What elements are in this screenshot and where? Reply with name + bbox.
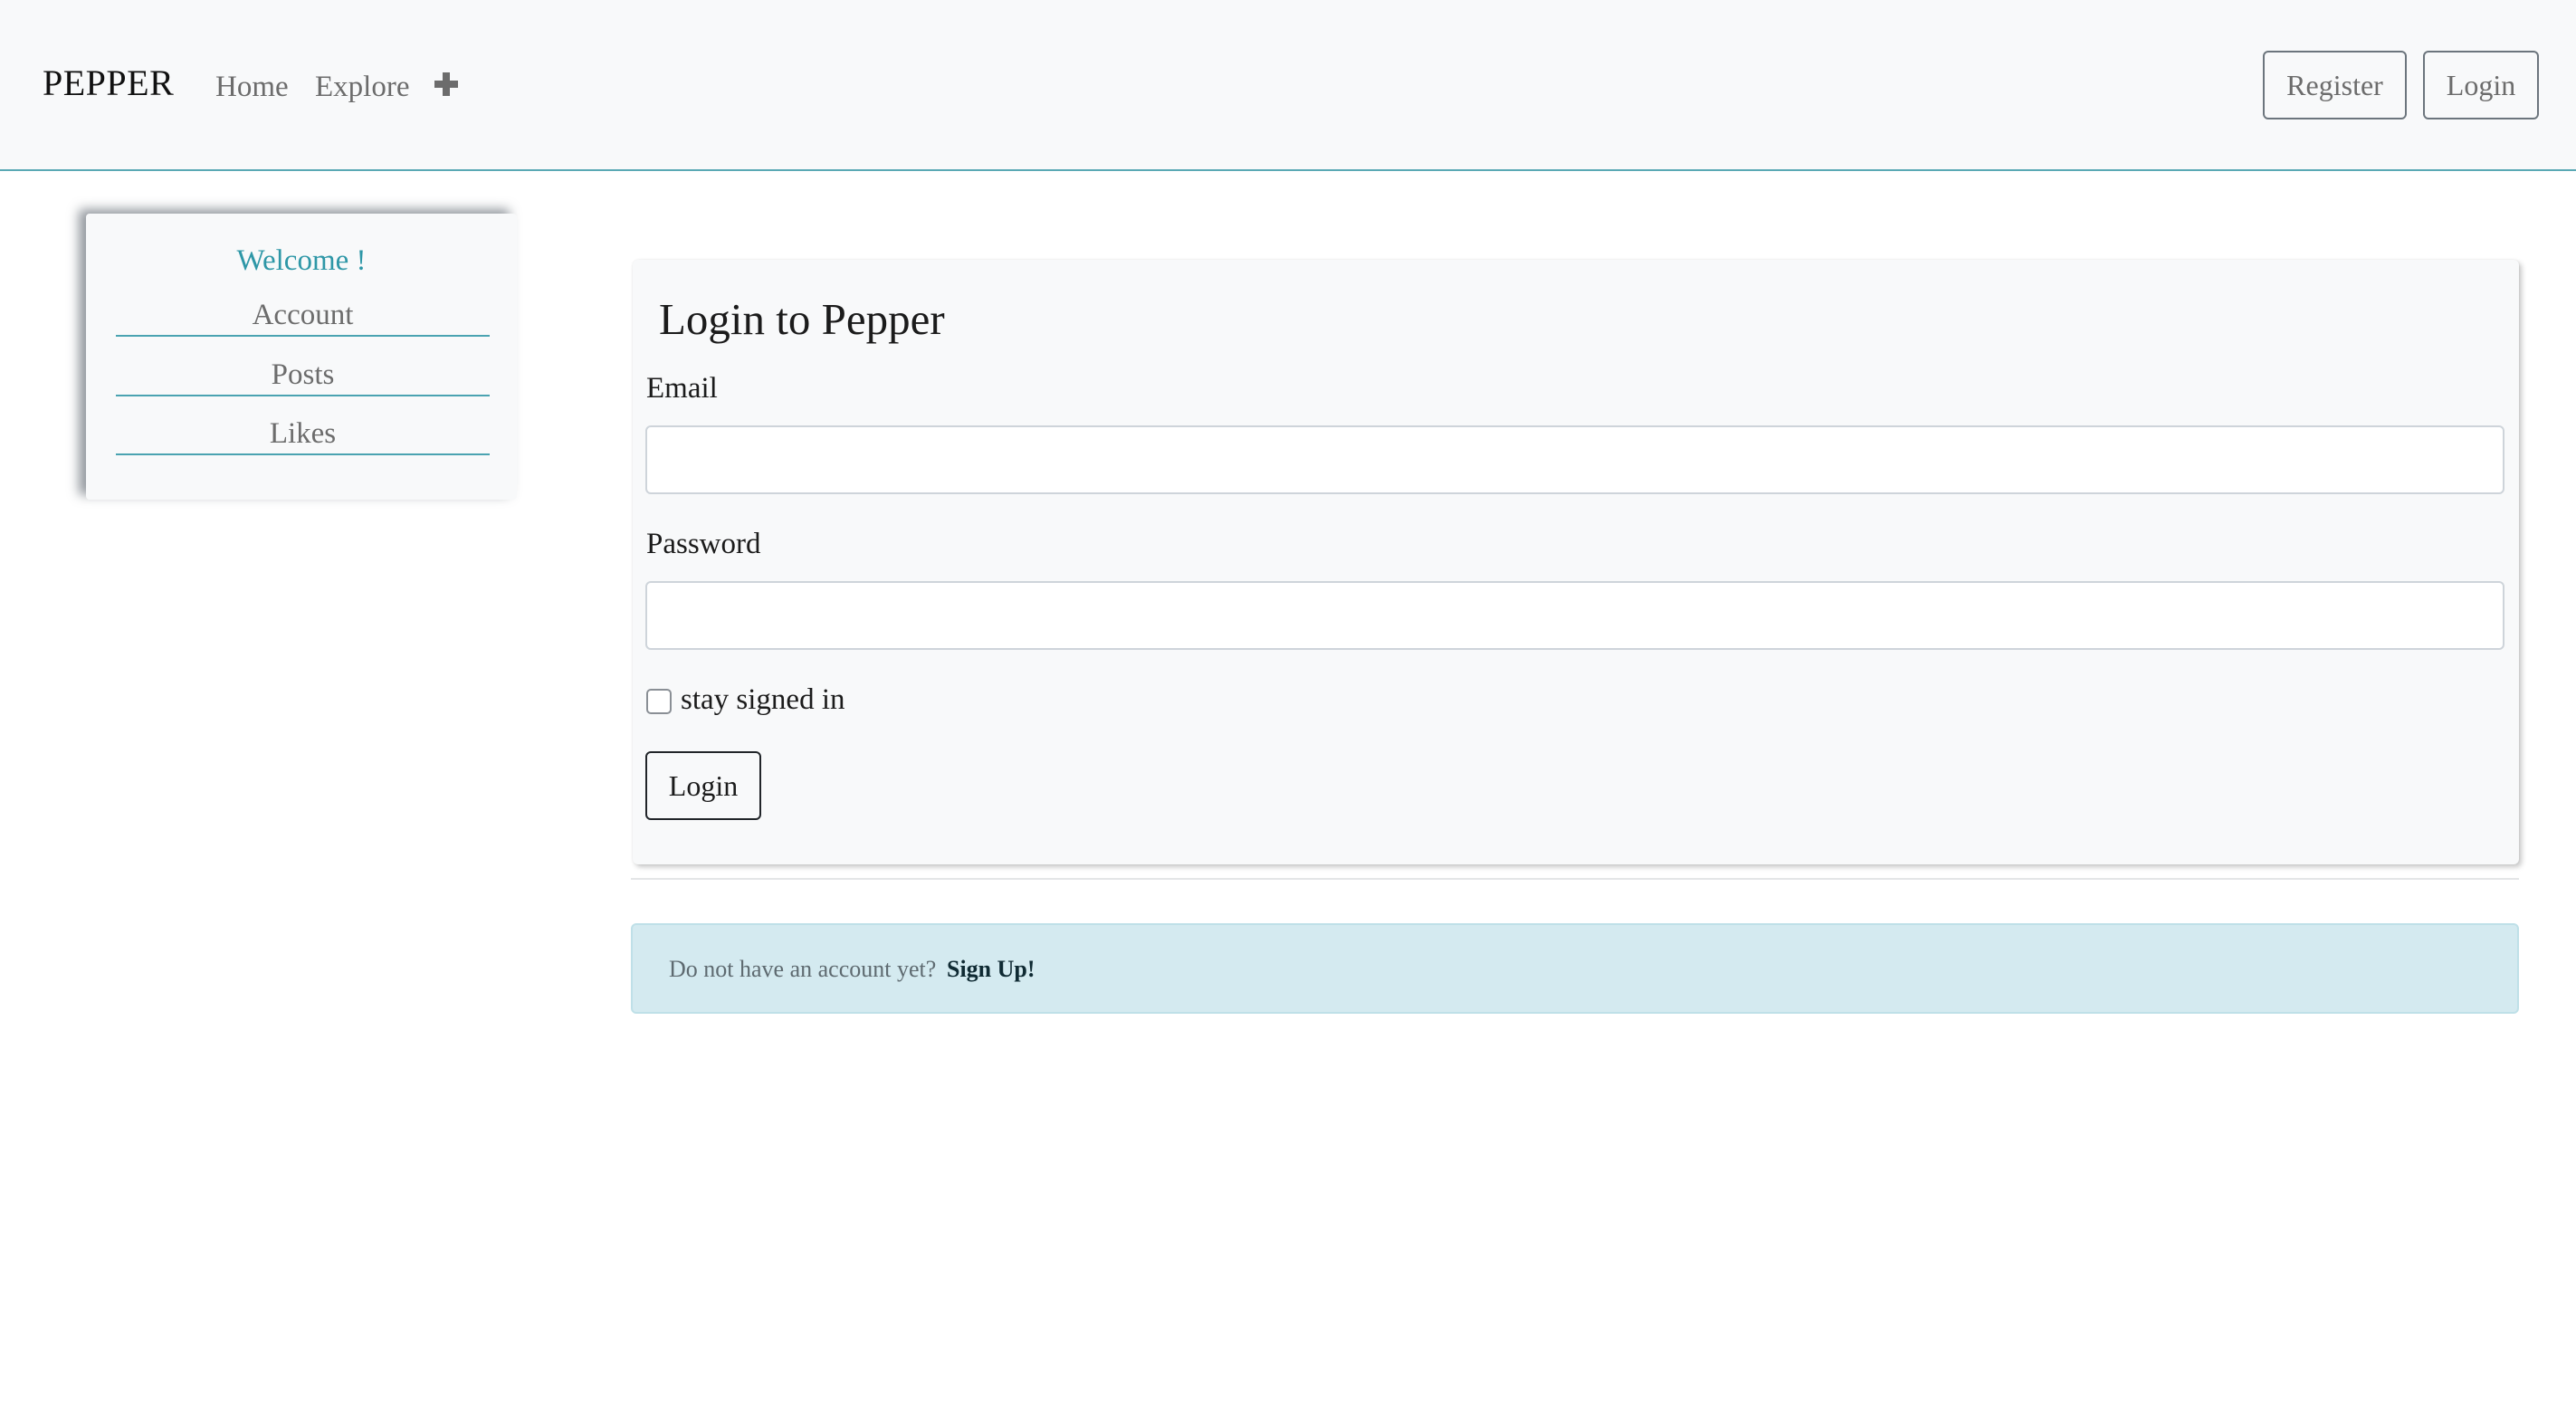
email-field[interactable] [645,425,2504,494]
nav-link-explore[interactable]: Explore [315,69,409,105]
nav-link-home[interactable]: Home [215,69,289,105]
stay-signed-in-checkbox[interactable] [646,689,672,714]
password-label: Password [646,528,761,560]
brand-logo[interactable]: PEPPER [43,62,174,105]
login-submit-button[interactable]: Login [645,751,761,820]
plus-icon[interactable] [434,72,458,96]
page-title: Login to Pepper [659,294,945,344]
sidebar-item-account[interactable]: Account [116,297,490,337]
email-label: Email [646,372,718,405]
sidebar-panel: Welcome ! Account Posts Likes [86,214,517,500]
register-button[interactable]: Register [2263,51,2407,119]
nav-login-button[interactable]: Login [2423,51,2539,119]
section-divider [631,878,2519,880]
sidebar-item-likes[interactable]: Likes [116,415,490,455]
signup-prompt-text: Do not have an account yet? [669,956,937,982]
login-card: Login to Pepper Email Password stay sign… [633,260,2519,864]
top-navbar: PEPPER Home Explore Register Login [0,0,2576,171]
sidebar-welcome-text: Welcome ! [236,244,367,277]
sidebar-item-posts[interactable]: Posts [116,357,490,396]
signup-link[interactable]: Sign Up! [947,954,1035,985]
signup-alert: Do not have an account yet? Sign Up! [631,923,2519,1014]
password-field[interactable] [645,581,2504,650]
stay-signed-in-label[interactable]: stay signed in [681,682,844,718]
